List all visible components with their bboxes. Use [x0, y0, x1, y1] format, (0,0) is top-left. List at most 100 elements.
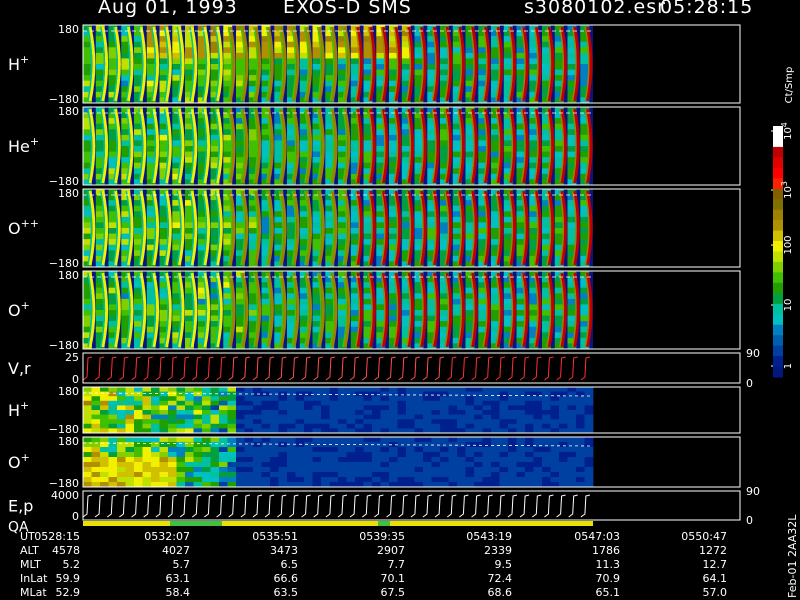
spec-cell: [440, 472, 449, 478]
spec-cell: [151, 462, 160, 468]
spec-cell: [376, 64, 386, 71]
spec-cell: [465, 140, 475, 147]
spec-cell: [452, 310, 462, 317]
spec-cell: [168, 457, 177, 463]
spec-cell: [125, 400, 135, 406]
spec-cell: [406, 472, 415, 478]
spec-cell: [159, 304, 169, 311]
spec-cell: [482, 437, 492, 443]
spec-cell: [185, 146, 194, 153]
spec-cell: [223, 310, 233, 317]
spec-cell: [508, 437, 517, 443]
spec-cell: [142, 457, 152, 463]
spec-cell: [168, 410, 177, 415]
spec-cell: [427, 228, 437, 235]
spec-cell: [376, 228, 386, 235]
spec-cell: [503, 310, 513, 317]
spec-cell: [83, 140, 92, 147]
spec-cell: [448, 452, 458, 458]
y-top-tick: 25: [65, 351, 79, 364]
spec-cell: [448, 477, 458, 483]
spec-cell: [559, 472, 568, 478]
spec-cell: [491, 391, 500, 397]
spec-cell: [125, 477, 135, 483]
spec-cell: [380, 405, 390, 411]
spec-cell: [491, 400, 500, 406]
spec-cell: [248, 310, 258, 317]
spec-cell: [274, 304, 284, 311]
spec-cell: [363, 228, 373, 235]
spec-cell: [516, 387, 526, 392]
colorbar-cell: [773, 314, 783, 326]
spec-cell: [363, 310, 373, 317]
spec-cell: [236, 452, 245, 458]
spec-cell: [176, 462, 186, 468]
spec-cell: [248, 64, 258, 71]
spec-cell: [176, 467, 186, 473]
spec-cell: [363, 437, 373, 443]
spec-cell: [134, 472, 143, 478]
spec-cell: [91, 472, 101, 478]
spec-cell: [465, 310, 475, 317]
spec-cell: [338, 400, 347, 406]
spec-cell: [125, 405, 135, 411]
spec-cell: [533, 462, 543, 468]
spec-cell: [363, 64, 373, 71]
spec-cell: [465, 419, 475, 425]
spec-cell: [312, 140, 322, 147]
right-bottom-tick: 0: [746, 377, 753, 390]
spec-cell: [142, 477, 152, 483]
spec-cell: [508, 414, 517, 420]
spec-cell: [576, 452, 585, 458]
spec-cell: [227, 437, 237, 443]
spec-cell: [125, 467, 135, 473]
spec-cell: [236, 140, 245, 147]
footer-row-label: UT: [20, 530, 35, 543]
spec-cell: [576, 467, 585, 473]
spec-cell: [491, 452, 500, 458]
panel-label: V,r: [8, 359, 31, 378]
spec-cell: [397, 467, 407, 473]
colorbar-tick-label: 10: [783, 299, 794, 312]
spec-cell: [584, 410, 594, 415]
spec-cell: [372, 405, 381, 411]
spec-cell: [321, 462, 330, 468]
y-top-tick: 180: [58, 269, 79, 282]
spec-cell: [329, 457, 339, 463]
colorbar-cell: [773, 167, 783, 179]
spec-cell: [210, 146, 220, 153]
spec-cell: [278, 400, 288, 406]
spec-cell: [499, 442, 509, 448]
spec-cell: [125, 387, 135, 392]
spec-cell: [125, 414, 135, 420]
spec-cell: [516, 222, 526, 229]
footer-cell: 0539:35: [359, 530, 405, 543]
spec-cell: [533, 467, 543, 473]
spec-cell: [210, 387, 220, 392]
spec-cell: [448, 400, 458, 406]
spec-cell: [159, 400, 169, 406]
spec-cell: [457, 405, 466, 411]
spec-cell: [134, 437, 143, 443]
footer-cell: 9.5: [495, 558, 513, 571]
spec-cell: [304, 423, 313, 429]
spec-cell: [457, 423, 466, 429]
spec-cell: [193, 410, 203, 415]
spec-cell: [389, 222, 398, 229]
spec-cell: [151, 414, 160, 420]
colorbar-cell: [773, 230, 783, 242]
spec-cell: [491, 462, 500, 468]
spec-cell: [278, 447, 288, 453]
spec-cell: [440, 58, 449, 65]
spec-cell: [236, 396, 245, 402]
spec-cell: [95, 58, 105, 65]
spec-cell: [397, 423, 407, 429]
spec-cell: [210, 400, 220, 406]
spec-cell: [427, 222, 437, 229]
spec-cell: [125, 396, 135, 402]
spec-cell: [159, 452, 169, 458]
spec-cell: [91, 414, 101, 420]
spec-cell: [482, 457, 492, 463]
spec-cell: [350, 310, 360, 317]
colorbar-cell: [773, 335, 783, 347]
